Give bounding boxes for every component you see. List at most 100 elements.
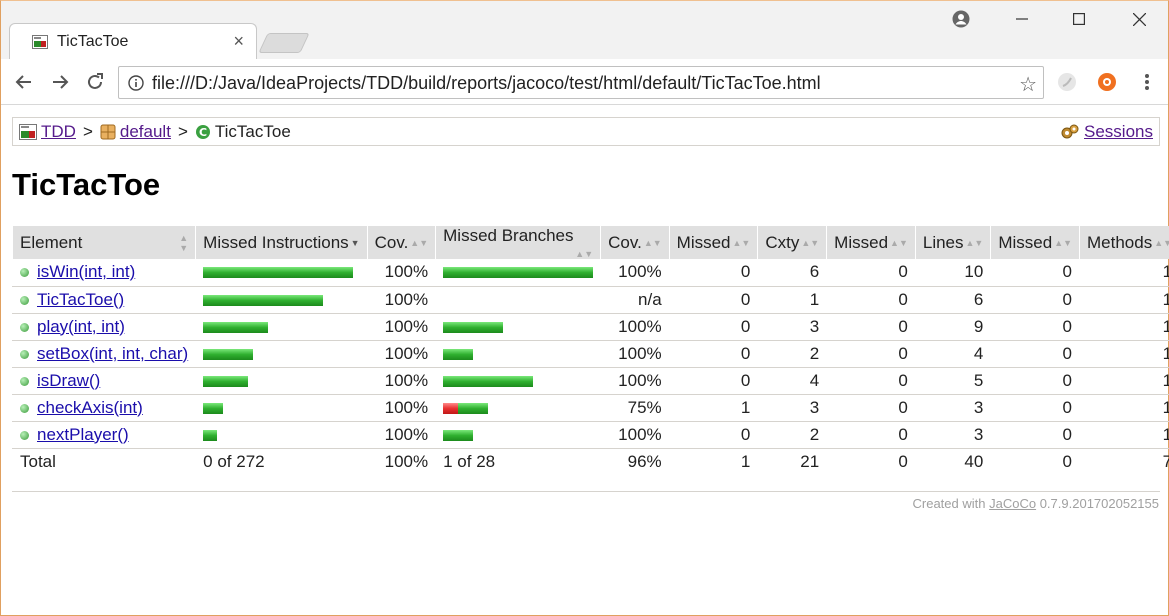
info-icon[interactable] [128, 75, 144, 91]
sort-desc-icon: ▼ [350, 238, 360, 249]
method-link[interactable]: nextPlayer() [37, 425, 129, 444]
table-row: checkAxis(int) 100% 75% 1 3 0 3 0 1 [11, 394, 1169, 422]
sessions-link[interactable]: Sessions [1084, 122, 1153, 142]
page-title: TicTacToe [12, 167, 161, 202]
breadcrumb-package-link[interactable]: default [120, 122, 171, 142]
url-text: file:///D:/Java/IdeaProjects/TDD/build/r… [152, 73, 821, 93]
report-page: TDD > default > C TicTacToe Sessions Tic… [1, 105, 1169, 616]
col-missed-branches[interactable]: Missed Branches ▲▼ [435, 226, 601, 259]
cxty: 6 [757, 259, 827, 287]
method-link[interactable]: checkAxis(int) [37, 398, 143, 417]
table-row: setBox(int, int, char) 100% 100% 0 2 0 4 0 1 [11, 340, 1169, 368]
instr-bar-cell [195, 367, 368, 395]
missed-lines: 0 [826, 394, 916, 422]
branch-cov: n/a [600, 286, 670, 314]
total-label: Total [11, 447, 196, 475]
jacoco-link[interactable]: JaCoCo [989, 496, 1036, 511]
method-dot-icon [20, 349, 29, 359]
footer-divider [12, 491, 1160, 492]
extension-icon[interactable] [1056, 71, 1078, 93]
covered-instructions-bar [203, 321, 269, 333]
footer-prefix: Created with [912, 496, 986, 511]
extension-orange-icon[interactable] [1096, 71, 1118, 93]
methods: 1 [1079, 367, 1169, 395]
missed-cxty: 0 [668, 421, 758, 449]
address-bar[interactable]: file:///D:/Java/IdeaProjects/TDD/build/r… [118, 66, 1044, 99]
method-link[interactable]: isWin(int, int) [37, 262, 135, 281]
col-missed-methods[interactable]: Missed ▲▼ [990, 226, 1080, 259]
method-link[interactable]: isDraw() [37, 371, 100, 390]
svg-text:C: C [199, 126, 207, 139]
menu-kebab-icon[interactable] [1134, 69, 1160, 95]
missed-branches-bar [443, 402, 459, 414]
tab-close-icon[interactable]: × [233, 31, 244, 52]
cxty: 1 [757, 286, 827, 314]
new-tab-button[interactable] [258, 33, 310, 53]
cxty: 4 [757, 367, 827, 395]
col-cxty[interactable]: Cxty ▲▼ [757, 226, 827, 259]
method-link[interactable]: play(int, int) [37, 317, 125, 336]
table-row: play(int, int) 100% 100% 0 3 0 9 0 1 [11, 313, 1169, 341]
sort-icon: ▲▼ [1154, 238, 1169, 249]
col-branch-cov[interactable]: Cov. ▲▼ [600, 226, 670, 259]
class-icon: C [195, 125, 210, 139]
element-cell: play(int, int) [11, 313, 196, 341]
col-methods[interactable]: Methods ▲▼ [1079, 226, 1169, 259]
element-cell: isDraw() [11, 367, 196, 395]
col-element[interactable]: Element ▲ ▼ [11, 226, 196, 259]
footer: Created with JaCoCo 0.7.9.201702052155 [913, 496, 1160, 511]
minimize-icon[interactable] [1007, 7, 1037, 31]
bookmark-star-icon[interactable]: ☆ [1019, 72, 1037, 97]
close-window-icon[interactable] [1124, 7, 1154, 31]
missed-cxty: 0 [668, 286, 758, 314]
missed-cxty: 0 [668, 259, 758, 287]
lines: 10 [914, 259, 991, 287]
sort-icon: ▲▼ [732, 238, 751, 249]
profile-icon[interactable] [946, 7, 976, 31]
sessions-gear-icon [1061, 124, 1079, 139]
col-lines[interactable]: Lines ▲▼ [914, 226, 991, 259]
covered-instructions-bar [203, 402, 224, 414]
breadcrumb-project-link[interactable]: TDD [41, 122, 76, 142]
instr-bar-cell [195, 394, 368, 422]
col-instr-cov[interactable]: Cov. ▲▼ [366, 226, 436, 259]
missed-cxty: 0 [668, 367, 758, 395]
table-total-row: Total 0 of 272 100% 1 of 28 96% 1 21 0 4… [11, 447, 1169, 475]
branch-bar-cell [435, 313, 601, 341]
instr-cov: 100% [366, 340, 436, 368]
method-link[interactable]: TicTacToe() [37, 290, 124, 309]
missed-lines: 0 [826, 259, 916, 287]
browser-tab[interactable]: TicTacToe × [9, 23, 257, 60]
branch-cov: 100% [600, 421, 670, 449]
covered-instructions-bar [203, 294, 324, 306]
covered-instructions-bar [203, 429, 218, 441]
report-favicon-icon [32, 35, 48, 49]
table-row: nextPlayer() 100% 100% 0 2 0 3 0 1 [11, 421, 1169, 449]
back-arrow-icon[interactable] [11, 69, 37, 95]
missed-methods: 0 [990, 286, 1080, 314]
forward-arrow-icon[interactable] [47, 69, 73, 95]
instr-cov: 100% [366, 421, 436, 449]
sort-icon: ▲▼ [890, 238, 908, 249]
col-missed-instructions[interactable]: Missed Instructions ▼ [195, 226, 368, 259]
reload-icon[interactable] [82, 69, 108, 95]
total-cxty: 21 [757, 447, 827, 475]
element-cell: TicTacToe() [11, 286, 196, 314]
element-cell: setBox(int, int, char) [11, 340, 196, 368]
branch-bar-cell [435, 421, 601, 449]
methods: 1 [1079, 286, 1169, 314]
lines: 6 [914, 286, 991, 314]
method-link[interactable]: setBox(int, int, char) [37, 344, 188, 363]
missed-lines: 0 [826, 421, 916, 449]
method-dot-icon [20, 268, 29, 278]
col-missed-cxty[interactable]: Missed ▲▼ [668, 226, 758, 259]
element-cell: checkAxis(int) [11, 394, 196, 422]
sort-icon: ▲▼ [801, 238, 820, 249]
breadcrumb-current: TicTacToe [214, 122, 291, 141]
missed-methods: 0 [990, 259, 1080, 287]
instr-cov: 100% [366, 367, 436, 395]
col-missed-lines[interactable]: Missed ▲▼ [826, 226, 916, 259]
maximize-icon[interactable] [1064, 7, 1094, 31]
methods: 1 [1079, 394, 1169, 422]
element-cell: isWin(int, int) [11, 259, 196, 287]
